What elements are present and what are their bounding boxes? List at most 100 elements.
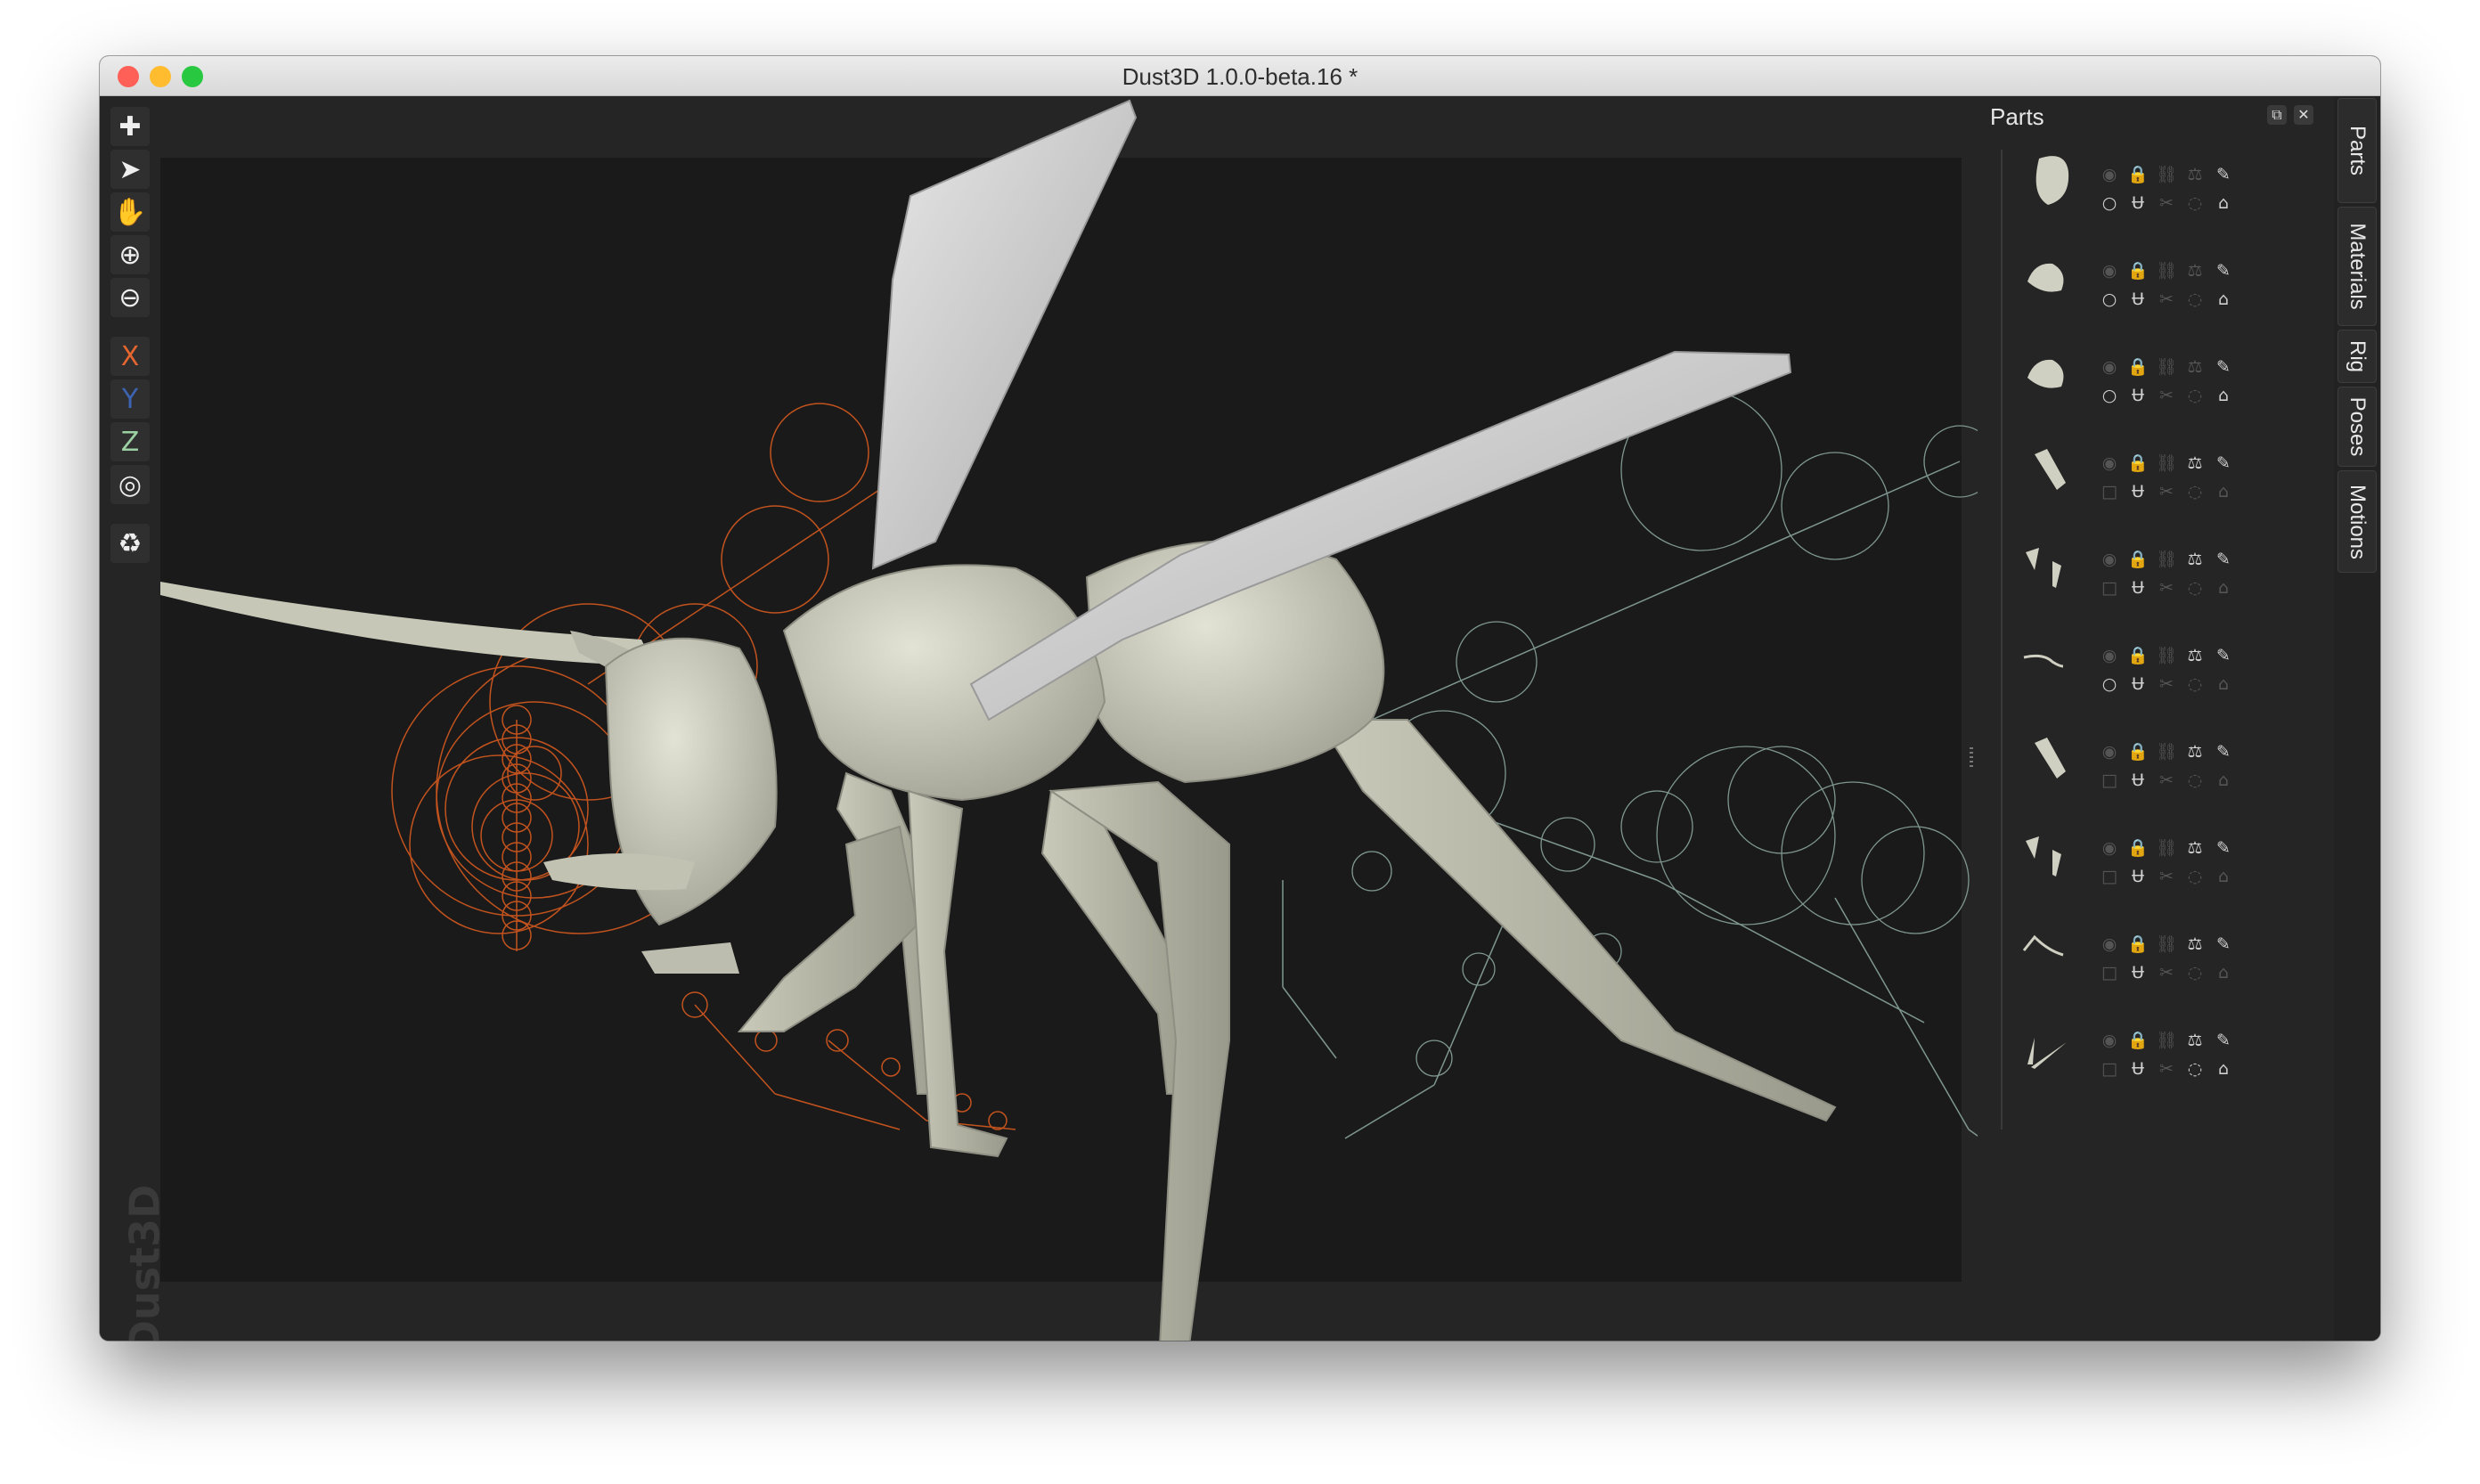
part-preview-thumbnail[interactable]	[2017, 919, 2079, 982]
part-item[interactable]: ◉ 🔒 ⛓ ⚖ ✎ ○ Ʉ ✂ ◌ ⌂	[2003, 239, 2305, 335]
rig-node[interactable]	[881, 1057, 901, 1077]
rotate-icon[interactable]: ◌	[2181, 381, 2209, 410]
lock-icon[interactable]: 🔒	[2124, 930, 2152, 958]
add-tool[interactable]: ✚	[110, 107, 150, 146]
disable-icon[interactable]: □	[2095, 862, 2124, 891]
part-item[interactable]: ◉ 🔒 ⛓ ⚖ ✎ ○ Ʉ ✂ ◌ ⌂	[2003, 335, 2305, 431]
lock-icon[interactable]: 🔒	[2124, 160, 2152, 189]
visibility-icon[interactable]: ◉	[2095, 738, 2124, 766]
rotate-icon[interactable]: ◌	[2181, 189, 2209, 217]
tag-icon[interactable]: ⌂	[2209, 958, 2238, 987]
scale-icon[interactable]: ⚖	[2181, 641, 2209, 670]
cut-icon[interactable]: ✂	[2152, 477, 2181, 506]
rig-node[interactable]	[1415, 1040, 1453, 1077]
lock-icon[interactable]: 🔒	[2124, 353, 2152, 381]
color-picker-icon[interactable]: ✎	[2209, 449, 2238, 477]
cut-icon[interactable]: ✂	[2152, 285, 2181, 314]
tab-rig[interactable]: Rig	[2337, 330, 2377, 383]
visibility-icon[interactable]: ◉	[2095, 353, 2124, 381]
color-picker-icon[interactable]: ✎	[2209, 160, 2238, 189]
axis-y-button[interactable]: Y	[110, 379, 150, 419]
mirror-icon[interactable]: Ʉ	[2124, 477, 2152, 506]
visibility-icon[interactable]: ◉	[2095, 834, 2124, 862]
color-picker-icon[interactable]: ✎	[2209, 930, 2238, 958]
color-picker-icon[interactable]: ✎	[2209, 1026, 2238, 1055]
part-item[interactable]: ◉ 🔒 ⛓ ⚖ ✎ □ Ʉ ✂ ◌ ⌂	[2003, 431, 2305, 527]
color-picker-icon[interactable]: ✎	[2209, 353, 2238, 381]
lock-icon[interactable]: 🔒	[2124, 545, 2152, 574]
rig-node[interactable]	[1861, 826, 1970, 934]
subdivide-icon[interactable]: ○	[2095, 670, 2124, 698]
tab-materials[interactable]: Materials	[2337, 207, 2377, 326]
link-icon[interactable]: ⛓	[2152, 930, 2181, 958]
cut-icon[interactable]: ✂	[2152, 381, 2181, 410]
color-picker-icon[interactable]: ✎	[2209, 545, 2238, 574]
disable-icon[interactable]: □	[2095, 477, 2124, 506]
tag-icon[interactable]: ⌂	[2209, 766, 2238, 795]
link-icon[interactable]: ⛓	[2152, 738, 2181, 766]
rotate-icon[interactable]: ◌	[2181, 670, 2209, 698]
link-icon[interactable]: ⛓	[2152, 1026, 2181, 1055]
rig-node[interactable]	[1781, 452, 1889, 560]
visibility-icon[interactable]: ◉	[2095, 1026, 2124, 1055]
lock-icon[interactable]: 🔒	[2124, 449, 2152, 477]
rotate-icon[interactable]: ◌	[2181, 477, 2209, 506]
subdivide-icon[interactable]: ○	[2095, 189, 2124, 217]
disable-icon[interactable]: □	[2095, 766, 2124, 795]
scale-icon[interactable]: ⚖	[2181, 545, 2209, 574]
disable-icon[interactable]: □	[2095, 574, 2124, 602]
lock-icon[interactable]: 🔒	[2124, 641, 2152, 670]
zoom-in-tool[interactable]: ⊕	[110, 235, 150, 274]
part-item[interactable]: ◉ 🔒 ⛓ ⚖ ✎ ○ Ʉ ✂ ◌ ⌂	[2003, 624, 2305, 720]
rig-node[interactable]	[1656, 746, 1836, 925]
mirror-icon[interactable]: Ʉ	[2124, 766, 2152, 795]
rotate-icon[interactable]: ◌	[2181, 285, 2209, 314]
subdivide-icon[interactable]: ○	[2095, 285, 2124, 314]
part-item[interactable]: ◉ 🔒 ⛓ ⚖ ✎ □ Ʉ ✂ ◌ ⌂	[2003, 816, 2305, 912]
cut-icon[interactable]: ✂	[2152, 958, 2181, 987]
lock-icon[interactable]: 🔒	[2124, 257, 2152, 285]
visibility-icon[interactable]: ◉	[2095, 641, 2124, 670]
mirror-icon[interactable]: Ʉ	[2124, 574, 2152, 602]
part-preview-thumbnail[interactable]	[2017, 823, 2079, 885]
link-icon[interactable]: ⛓	[2152, 257, 2181, 285]
link-icon[interactable]: ⛓	[2152, 353, 2181, 381]
visibility-icon[interactable]: ◉	[2095, 545, 2124, 574]
color-picker-icon[interactable]: ✎	[2209, 257, 2238, 285]
mirror-icon[interactable]: Ʉ	[2124, 958, 2152, 987]
cut-icon[interactable]: ✂	[2152, 862, 2181, 891]
mirror-icon[interactable]: Ʉ	[2124, 670, 2152, 698]
rig-node[interactable]	[1727, 746, 1836, 854]
tag-icon[interactable]: ⌂	[2209, 477, 2238, 506]
rotate-icon[interactable]: ◌	[2181, 766, 2209, 795]
mirror-icon[interactable]: Ʉ	[2124, 189, 2152, 217]
part-preview-thumbnail[interactable]	[2017, 342, 2079, 404]
tab-parts[interactable]: Parts	[2337, 98, 2377, 203]
rig-node[interactable]	[1351, 851, 1392, 892]
mirror-icon[interactable]: Ʉ	[2124, 285, 2152, 314]
part-preview-thumbnail[interactable]	[2017, 1015, 2079, 1078]
part-preview-thumbnail[interactable]	[2017, 534, 2079, 597]
rotate-icon[interactable]: ◌	[2181, 1055, 2209, 1083]
float-icon[interactable]: ⧉	[2267, 105, 2287, 125]
tag-icon[interactable]: ⌂	[2209, 285, 2238, 314]
rotate-icon[interactable]: ◌	[2181, 862, 2209, 891]
zoom-out-tool[interactable]: ⊖	[110, 278, 150, 317]
mirror-icon[interactable]: Ʉ	[2124, 381, 2152, 410]
part-item[interactable]: ◉ 🔒 ⛓ ⚖ ✎ □ Ʉ ✂ ◌ ⌂	[2003, 720, 2305, 816]
close-icon[interactable]: ✕	[2294, 105, 2313, 125]
cut-icon[interactable]: ✂	[2152, 189, 2181, 217]
link-icon[interactable]: ⛓	[2152, 160, 2181, 189]
color-picker-icon[interactable]: ✎	[2209, 738, 2238, 766]
tab-motions[interactable]: Motions	[2337, 470, 2377, 573]
scale-icon[interactable]: ⚖	[2181, 160, 2209, 189]
tag-icon[interactable]: ⌂	[2209, 670, 2238, 698]
select-tool[interactable]: ➤	[110, 150, 150, 189]
part-preview-thumbnail[interactable]	[2017, 727, 2079, 789]
part-item[interactable]: ◉ 🔒 ⛓ ⚖ ✎ □ Ʉ ✂ ◌ ⌂	[2003, 527, 2305, 624]
disable-icon[interactable]: □	[2095, 1055, 2124, 1083]
color-picker-icon[interactable]: ✎	[2209, 834, 2238, 862]
radius-button[interactable]: ◎	[110, 465, 150, 504]
tag-icon[interactable]: ⌂	[2209, 862, 2238, 891]
mirror-icon[interactable]: Ʉ	[2124, 862, 2152, 891]
